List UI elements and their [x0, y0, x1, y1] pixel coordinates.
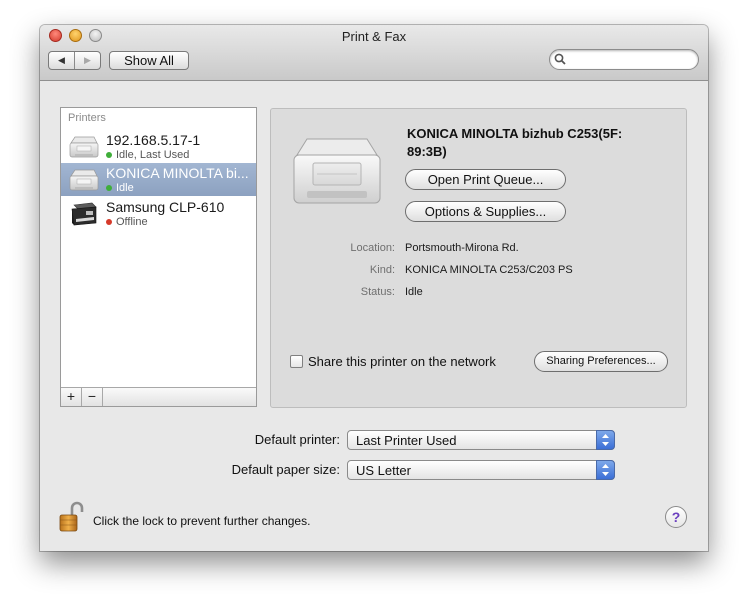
selected-printer-name: KONICA MINOLTA bizhub C253(5F: 89:3B): [407, 125, 675, 161]
color-laser-printer-icon: [71, 202, 97, 226]
default-paper-size-value: US Letter: [356, 463, 411, 478]
default-printer-select[interactable]: Last Printer Used: [347, 430, 615, 450]
list-actions-bar: + −: [61, 387, 256, 406]
printer-status-text: Idle: [116, 182, 134, 194]
window-title: Print & Fax: [341, 29, 407, 44]
unlocked-padlock-icon[interactable]: [59, 501, 85, 533]
add-printer-button[interactable]: +: [61, 388, 82, 406]
location-value: Portsmouth-Mirona Rd.: [405, 242, 519, 254]
printer-name: Samsung CLP-610: [106, 199, 225, 215]
share-printer-label[interactable]: Share this printer on the network: [308, 354, 496, 369]
status-label: Status:: [360, 286, 395, 298]
location-label: Location:: [350, 242, 395, 254]
printer-large-icon: [293, 138, 381, 204]
printers-list[interactable]: Printers 192.168.5.17-1 Idle, Last Used: [60, 107, 257, 407]
status-value: Idle: [405, 286, 423, 298]
printer-icon: [69, 136, 99, 158]
show-all-button[interactable]: Show All: [109, 51, 189, 70]
status-idle-icon: [106, 152, 112, 158]
lock-instruction-text: Click the lock to prevent further change…: [93, 514, 311, 528]
printer-icon: [69, 169, 99, 191]
back-arrow-icon[interactable]: ◀: [49, 52, 75, 69]
printer-list-item[interactable]: 192.168.5.17-1 Idle, Last Used: [61, 130, 256, 163]
back-forward-control: ◀ ▶: [48, 51, 101, 70]
help-button[interactable]: ?: [665, 506, 687, 528]
print-fax-window: Print & Fax ◀ ▶ Show All Printers 192.16…: [40, 25, 708, 551]
kind-label: Kind:: [369, 264, 395, 276]
printer-list-item[interactable]: Samsung CLP-610 Offline: [61, 197, 256, 230]
default-paper-size-select[interactable]: US Letter: [347, 460, 615, 480]
printer-status: Offline: [106, 216, 148, 228]
search-input[interactable]: [570, 51, 694, 69]
share-printer-checkbox[interactable]: [290, 355, 303, 368]
toolbar: Print & Fax ◀ ▶ Show All: [40, 25, 708, 81]
kind-value: KONICA MINOLTA C253/C203 PS: [405, 264, 573, 276]
printer-name: 192.168.5.17-1: [106, 132, 201, 148]
default-printer-value: Last Printer Used: [356, 433, 457, 448]
printer-details-panel: KONICA MINOLTA bizhub C253(5F: 89:3B) Op…: [270, 108, 687, 408]
printer-name: KONICA MINOLTA bi...: [106, 165, 249, 181]
printer-list-item-selected[interactable]: KONICA MINOLTA bi... Idle: [61, 163, 256, 196]
forward-arrow-icon[interactable]: ▶: [75, 52, 100, 69]
status-idle-icon: [106, 185, 112, 191]
printer-status-text: Idle, Last Used: [116, 149, 190, 161]
printer-status: Idle: [106, 182, 134, 194]
printer-status-text: Offline: [116, 216, 148, 228]
default-paper-size-label: Default paper size:: [231, 462, 340, 477]
search-icon: [554, 53, 566, 65]
printers-list-header: Printers: [68, 112, 106, 124]
printer-status: Idle, Last Used: [106, 149, 189, 161]
printer-name-line1: KONICA MINOLTA bizhub C253(5F:: [407, 126, 623, 141]
default-printer-label: Default printer:: [254, 432, 340, 447]
search-field[interactable]: [549, 49, 699, 70]
popup-arrows-icon: [596, 460, 615, 480]
printer-name-line2: 89:3B): [407, 144, 447, 159]
remove-printer-button[interactable]: −: [82, 388, 103, 406]
open-print-queue-button[interactable]: Open Print Queue...: [405, 169, 566, 190]
status-offline-icon: [106, 219, 112, 225]
options-supplies-button[interactable]: Options & Supplies...: [405, 201, 566, 222]
sharing-preferences-button[interactable]: Sharing Preferences...: [534, 351, 668, 372]
popup-arrows-icon: [596, 430, 615, 450]
